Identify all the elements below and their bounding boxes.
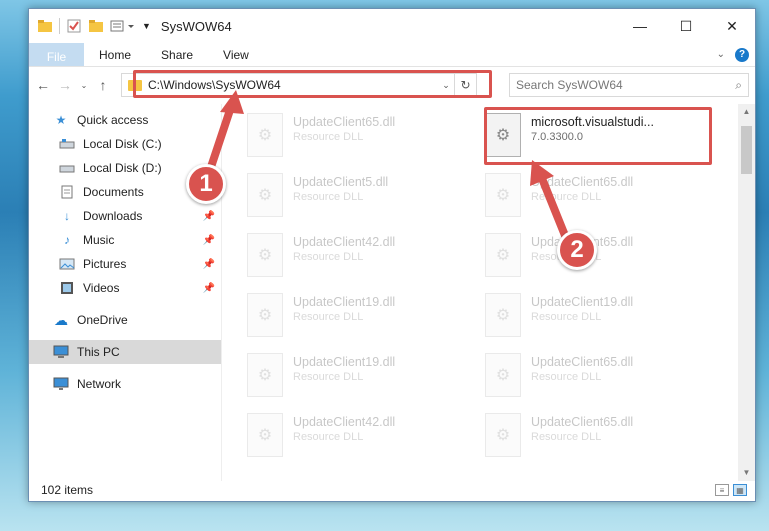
arrow-2 xyxy=(530,160,570,242)
annotation-arrows xyxy=(206,90,570,242)
step-1-badge: 1 xyxy=(186,164,226,204)
step-2-badge: 2 xyxy=(557,230,597,270)
arrow-1 xyxy=(206,90,244,174)
